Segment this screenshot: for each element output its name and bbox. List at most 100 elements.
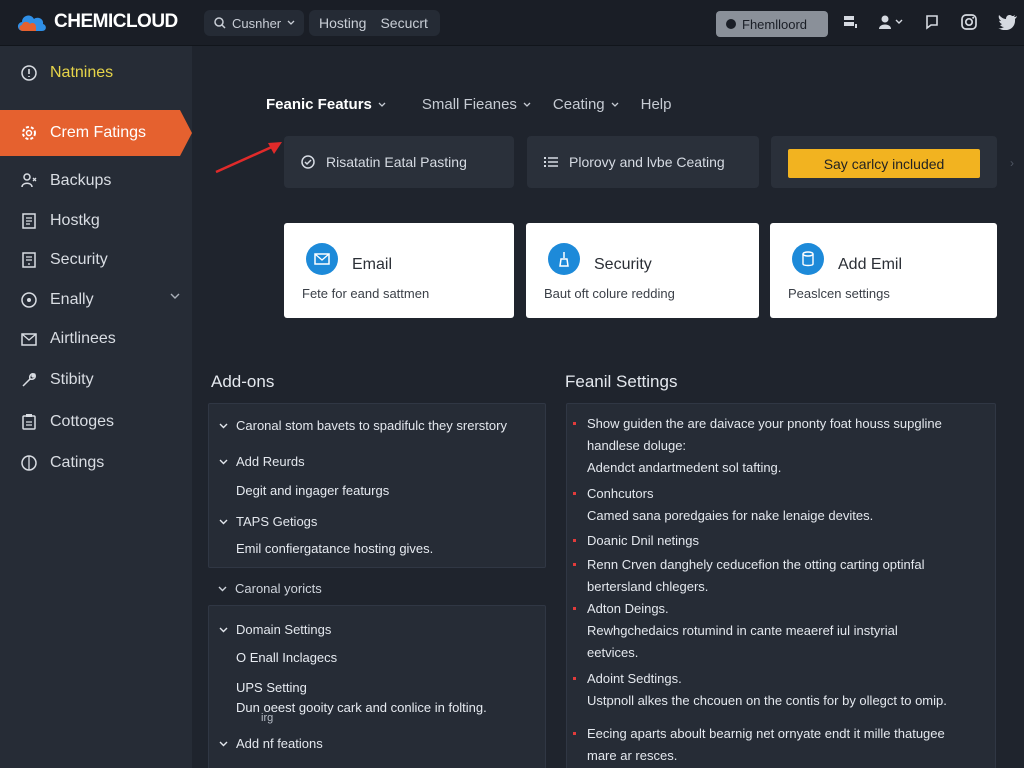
sidebar-item-airtlinees[interactable]: Airtlinees <box>0 319 192 359</box>
addons-item-overflow-text: irg <box>261 712 274 724</box>
sidebar-item-crem-fatings[interactable]: Crem Fatings <box>0 110 192 156</box>
addons-title: Add-ons <box>211 372 275 391</box>
sidebar-item-label: Enally <box>50 291 94 308</box>
sidebar: Natnines Crem Fatings Backups Hostkg Sec… <box>0 46 192 768</box>
addons-panel-header-label: Caronal stom bavets to spadifulc they sr… <box>236 418 507 433</box>
sidebar-item-label: Security <box>50 251 108 268</box>
settings-item-body: mare ar resces. <box>587 748 678 763</box>
addons-standalone[interactable]: Caronal yoricts <box>218 581 322 596</box>
chevron-down-icon <box>378 102 386 107</box>
feature-title: Add Emil <box>838 256 903 273</box>
settings-item[interactable]: Doanic Dnil netings <box>573 530 700 552</box>
feature-card-add-email[interactable]: Add Emil Peaslcen settings <box>770 223 997 318</box>
chevron-right-icon[interactable]: › <box>1010 156 1014 170</box>
quick-card-ceating[interactable]: Plorovy and lvbe Ceating <box>527 136 759 188</box>
addons-panel-header[interactable]: Caronal stom bavets to spadifulc they sr… <box>219 418 507 433</box>
settings-item[interactable]: Renn Crven danghely ceducefion the ottin… <box>573 554 925 598</box>
settings-panel: Show guiden the are daivace your pnonty … <box>566 403 996 768</box>
addons-item-heading: Domain Settings <box>236 622 332 637</box>
sidebar-item-enally[interactable]: Enally <box>0 280 192 320</box>
twitter-icon[interactable] <box>998 14 1018 30</box>
sidebar-item-catings[interactable]: Catings <box>0 443 192 483</box>
bullet-icon <box>573 422 576 425</box>
settings-item[interactable]: Show guiden the are daivace your pnonty … <box>573 413 942 479</box>
promo-button[interactable]: Say carlcy included <box>788 149 980 178</box>
settings-item-body: handlese doluge: Adendct andartmedent so… <box>587 438 782 475</box>
settings-item[interactable]: Adoint Sedtings. Ustpnoll alkes the chco… <box>573 668 947 712</box>
user-icon[interactable] <box>878 14 904 30</box>
badge-icon <box>21 65 37 81</box>
quick-card-label: Plorovy and lvbe Ceating <box>569 154 725 170</box>
sidebar-item-cottoges[interactable]: Cottoges <box>0 402 192 442</box>
main-nav-small[interactable]: Small Fieanes <box>422 96 531 113</box>
chat-icon[interactable] <box>924 14 940 30</box>
sidebar-item-label: Backups <box>50 172 112 189</box>
settings-item[interactable]: Eecing aparts aboult bearnig net ornyate… <box>573 723 945 767</box>
security-icon <box>22 252 36 268</box>
top-search-label: Cusnher <box>232 15 282 31</box>
main-nav-ceating[interactable]: Ceating <box>553 96 619 113</box>
settings-item-head: Adton Deings. <box>587 601 669 616</box>
addons-item-taps[interactable]: TAPS Getiogs <box>219 514 317 529</box>
addons-item-add-reurds[interactable]: Add Reurds <box>219 454 305 469</box>
security-icon <box>548 243 580 275</box>
feature-desc: Baut oft colure redding <box>544 286 675 301</box>
feature-title: Security <box>594 256 652 273</box>
backup-icon <box>21 173 37 188</box>
addons-item-domain-settings[interactable]: Domain Settings <box>219 622 331 637</box>
top-nav-hosting[interactable]: Hosting <box>319 15 366 31</box>
settings-item-head: Show guiden the are daivace your pnonty … <box>587 416 942 431</box>
addons-item-add-feations[interactable]: Add nf feations <box>219 736 323 751</box>
top-search-dropdown[interactable]: Cusnher <box>204 10 304 36</box>
check-circle-icon <box>301 155 315 169</box>
sidebar-item-label: Stibity <box>50 371 94 388</box>
sidebar-item-label: Crem Fatings <box>50 124 147 141</box>
account-button[interactable]: Fhemlloord <box>716 11 828 37</box>
email-icon <box>306 243 338 275</box>
sidebar-item-natnines[interactable]: Natnines <box>0 53 192 93</box>
sidebar-item-stibity[interactable]: Stibity <box>0 360 192 400</box>
main-nav-label: Feanic Featurs <box>266 96 372 113</box>
sidebar-item-backups[interactable]: Backups <box>0 161 192 201</box>
main-nav-help[interactable]: Help <box>641 96 672 113</box>
main-nav-features[interactable]: Feanic Featurs <box>266 96 386 113</box>
settings-item-body: bertersland chlegers. <box>587 579 709 594</box>
brand-logo[interactable]: CHEMICLOUD <box>14 10 178 34</box>
bullet-icon <box>573 539 576 542</box>
sidebar-item-label: Natnines <box>50 64 114 81</box>
sidebar-item-hostkg[interactable]: Hostkg <box>0 201 192 241</box>
chevron-down-icon <box>611 102 619 107</box>
account-label: Fhemlloord <box>742 16 808 32</box>
settings-item-body: Camed sana poredgaies for nake lenaige d… <box>587 508 874 523</box>
settings-item-head: Doanic Dnil netings <box>587 533 700 548</box>
settings-item-head: Adoint Sedtings. <box>587 671 682 686</box>
addons-item-heading[interactable]: UPS Setting <box>236 680 307 695</box>
search-icon <box>214 17 226 29</box>
sidebar-item-label: Airtlinees <box>50 330 116 347</box>
instagram-icon[interactable] <box>960 13 978 31</box>
settings-item[interactable]: Adton Deings. Rewhgchedaics rotumind in … <box>573 598 898 664</box>
top-nav-security[interactable]: Secucrt <box>380 15 427 31</box>
quick-card-pasting[interactable]: Risatatin Eatal Pasting <box>284 136 514 188</box>
chevron-down-icon <box>287 20 295 25</box>
settings-title: Feanil Settings <box>565 372 678 391</box>
main-content: Feanic Featurs Small Fieanes Ceating Hel… <box>192 46 1024 768</box>
sidebar-item-label: Cottoges <box>50 413 115 430</box>
chevron-down-icon[interactable] <box>170 292 180 300</box>
addons-item-heading: Add nf feations <box>236 736 323 751</box>
settings-item[interactable]: Conhcutors Camed sana poredgaies for nak… <box>573 483 874 527</box>
main-nav-label: Help <box>640 96 672 113</box>
feature-card-email[interactable]: Email Fete for eand sattmen <box>284 223 514 318</box>
server-icon[interactable] <box>842 14 858 30</box>
feature-title: Email <box>352 256 393 273</box>
bullet-icon <box>573 563 576 566</box>
addons-item-heading: TAPS Getiogs <box>236 514 318 529</box>
settings-item-head: Eecing aparts aboult bearnig net ornyate… <box>587 726 945 741</box>
clipboard-icon <box>22 414 36 430</box>
settings-item-head: Renn Crven danghely ceducefion the ottin… <box>587 557 925 572</box>
sidebar-item-security[interactable]: Security <box>0 240 192 280</box>
addons-item-heading: Add Reurds <box>236 454 305 469</box>
annotation-arrow-icon <box>215 142 282 174</box>
chevron-down-icon <box>218 586 227 591</box>
feature-card-security[interactable]: Security Baut oft colure redding <box>526 223 759 318</box>
